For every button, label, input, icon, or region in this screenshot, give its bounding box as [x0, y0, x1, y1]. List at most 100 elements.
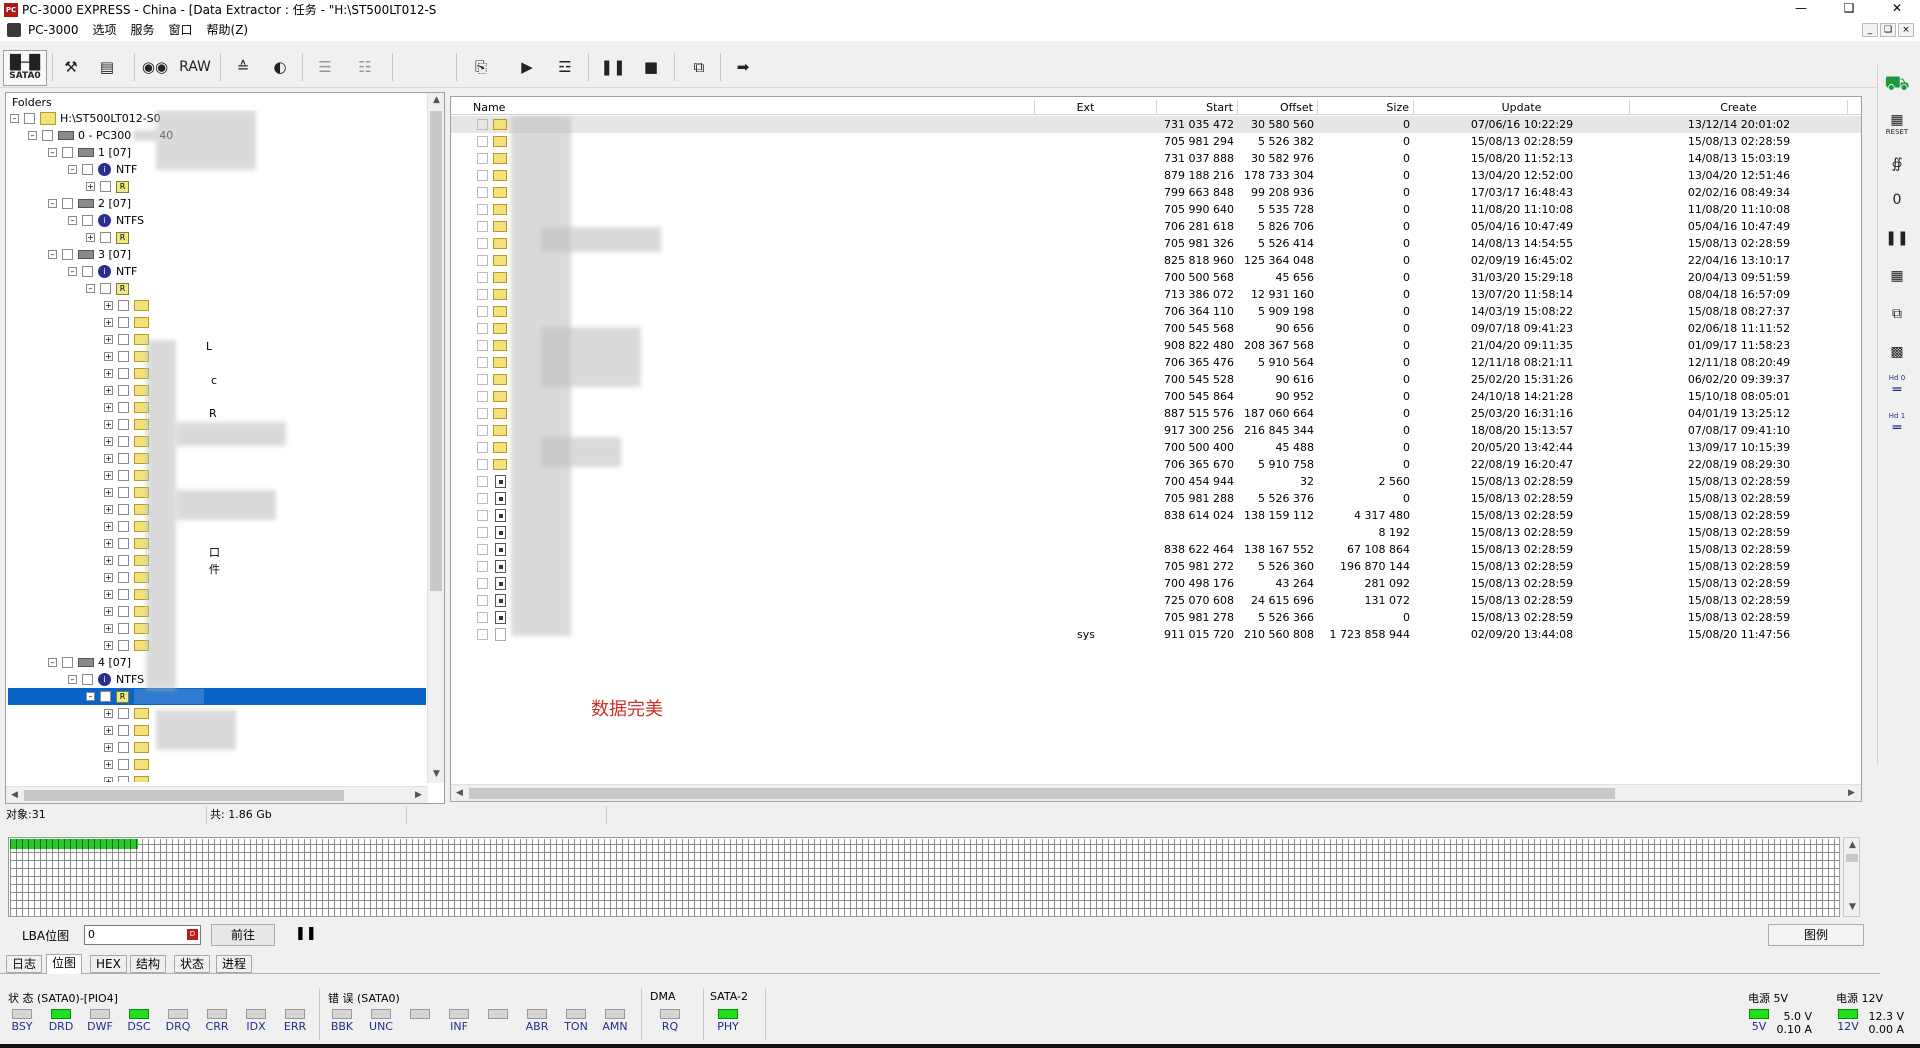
minimize-icon[interactable]: — [1780, 0, 1822, 19]
row-checkbox[interactable] [477, 408, 488, 419]
tree-checkbox[interactable] [118, 334, 129, 345]
tree-checkbox[interactable] [82, 674, 93, 685]
exit-icon[interactable]: ➡ [728, 52, 758, 82]
network-icon[interactable]: ☲ [550, 52, 580, 82]
collapse-icon[interactable]: – [68, 267, 77, 276]
scroll-up-icon[interactable]: ▲ [1844, 840, 1861, 850]
file-row[interactable]: 706 281 618 5 826 706 0 05/04/16 10:47:49 05… [451, 218, 1861, 235]
expand-icon[interactable]: + [104, 590, 113, 599]
scroll-right-icon[interactable]: ▶ [1843, 788, 1860, 798]
row-checkbox[interactable] [477, 527, 488, 538]
expand-icon[interactable]: + [104, 624, 113, 633]
expand-icon[interactable]: + [104, 539, 113, 548]
reset-button[interactable]: ▦ RESET [1882, 109, 1912, 139]
go-button[interactable]: 前往 [211, 924, 275, 946]
expand-icon[interactable]: + [104, 488, 113, 497]
restore-icon[interactable]: ❑ [1828, 0, 1870, 19]
row-checkbox[interactable] [477, 187, 488, 198]
file-row[interactable]: 908 822 480 208 367 568 0 21/04/20 09:11:35… [451, 337, 1861, 354]
column-create[interactable]: Create [1630, 100, 1848, 115]
tree-checkbox[interactable] [118, 419, 129, 430]
tree-ntfs-4[interactable]: – i NTFS [68, 671, 144, 688]
menu-help[interactable]: 帮助(Z) [200, 19, 256, 41]
expand-icon[interactable]: + [104, 505, 113, 514]
tree-partition-1[interactable]: – 1 [07] [48, 144, 131, 161]
tree-root-dir-3[interactable]: – R [86, 280, 134, 297]
raw-button[interactable]: RAW [175, 52, 215, 82]
row-checkbox[interactable] [477, 612, 488, 623]
tree-vertical-scrollbar[interactable]: ▲ ▼ [427, 93, 444, 783]
pause-icon[interactable]: ❚❚ [598, 52, 628, 82]
tree-checkbox[interactable] [42, 130, 53, 141]
scroll-thumb[interactable] [1846, 854, 1858, 862]
collapse-icon[interactable]: – [68, 675, 77, 684]
column-ext[interactable]: Ext [1015, 100, 1157, 115]
tree-root[interactable]: – H:\ST500LT012-S0 [10, 110, 161, 127]
tree-checkbox[interactable] [62, 198, 73, 209]
chip-off-icon[interactable]: ▦ [1882, 261, 1912, 291]
row-checkbox[interactable] [477, 544, 488, 555]
lba-picker-icon[interactable]: D [187, 929, 198, 940]
tree-checkbox[interactable] [82, 164, 93, 175]
row-checkbox[interactable] [477, 476, 488, 487]
row-checkbox[interactable] [477, 340, 488, 351]
row-checkbox[interactable] [477, 374, 488, 385]
tree-checkbox[interactable] [118, 708, 129, 719]
file-row[interactable]: 887 515 576 187 060 664 0 25/03/20 16:31:16… [451, 405, 1861, 422]
tree-checkbox[interactable] [100, 691, 111, 702]
row-checkbox[interactable] [477, 629, 488, 640]
tree-folder-item[interactable]: + [104, 705, 154, 722]
stop-icon[interactable]: ■ [636, 52, 666, 82]
expand-icon[interactable]: + [104, 386, 113, 395]
row-checkbox[interactable] [477, 561, 488, 572]
expand-icon[interactable]: + [104, 709, 113, 718]
task-icon[interactable]: ⎘ [466, 52, 496, 82]
file-row[interactable]: 8 192 15/08/13 02:28:59 15/08/13 02:28:59 [451, 524, 1861, 541]
tree-checkbox[interactable] [118, 572, 129, 583]
row-checkbox[interactable] [477, 255, 488, 266]
pause-icon[interactable]: ❚❚ [295, 926, 317, 941]
row-checkbox[interactable] [477, 170, 488, 181]
grid-horizontal-scrollbar[interactable]: ◀ ▶ [451, 784, 1861, 801]
tree-checkbox[interactable] [118, 555, 129, 566]
tree-checkbox[interactable] [118, 317, 129, 328]
expand-icon[interactable]: + [104, 437, 113, 446]
file-row[interactable]: 700 545 864 90 952 0 24/10/18 14:21:28 15/10… [451, 388, 1861, 405]
file-row[interactable]: sys 911 015 720 210 560 808 1 723 858 944 02… [451, 626, 1861, 643]
row-checkbox[interactable] [477, 272, 488, 283]
scroll-thumb[interactable] [24, 790, 344, 801]
collapse-icon[interactable]: – [48, 658, 57, 667]
tree-checkbox[interactable] [118, 538, 129, 549]
tree-root-dir-4-selected[interactable]: – R [8, 688, 426, 705]
collapse-icon[interactable]: – [48, 250, 57, 259]
copy-icon[interactable]: ⧉ [1882, 299, 1912, 329]
file-row[interactable]: 799 663 848 99 208 936 0 17/03/17 16:48:43 0… [451, 184, 1861, 201]
close-icon[interactable]: ✕ [1876, 0, 1918, 19]
row-checkbox[interactable] [477, 578, 488, 589]
folder-tree[interactable]: –H:\ST500LT012-S0 –0 - PC30040 –1 [07] –… [6, 110, 428, 782]
tree-checkbox[interactable] [118, 759, 129, 770]
file-row[interactable]: 705 981 278 5 526 366 0 15/08/13 02:28:59 15… [451, 609, 1861, 626]
tree-checkbox[interactable] [62, 249, 73, 260]
tree-checkbox[interactable] [100, 283, 111, 294]
play-icon[interactable]: ▶ [512, 52, 542, 82]
row-checkbox[interactable] [477, 204, 488, 215]
row-checkbox[interactable] [477, 493, 488, 504]
collapse-icon[interactable]: – [86, 284, 95, 293]
file-row[interactable]: 700 545 568 90 656 0 09/07/18 09:41:23 02/06… [451, 320, 1861, 337]
menu-window[interactable]: 窗口 [162, 19, 200, 41]
file-row[interactable]: 713 386 072 12 931 160 0 13/07/20 11:58:14 0… [451, 286, 1861, 303]
scroll-down-icon[interactable]: ▼ [428, 769, 445, 779]
column-start[interactable]: Start [1157, 100, 1238, 115]
tab-structure[interactable]: 结构 [130, 955, 167, 973]
expand-icon[interactable]: + [86, 233, 95, 242]
tree-folder-item[interactable]: + [104, 756, 154, 773]
scroll-thumb[interactable] [430, 111, 442, 591]
file-row[interactable]: 700 498 176 43 264 281 092 15/08/13 02:28:5… [451, 575, 1861, 592]
mdi-restore-icon[interactable]: ❑ [1880, 23, 1896, 37]
tree-partition-3[interactable]: – 3 [07] [48, 246, 131, 263]
expand-icon[interactable]: + [104, 318, 113, 327]
tree-checkbox[interactable] [118, 776, 129, 782]
expand-icon[interactable]: + [104, 641, 113, 650]
file-row[interactable]: 700 454 944 32 2 560 15/08/13 02:28:59 15/08… [451, 473, 1861, 490]
